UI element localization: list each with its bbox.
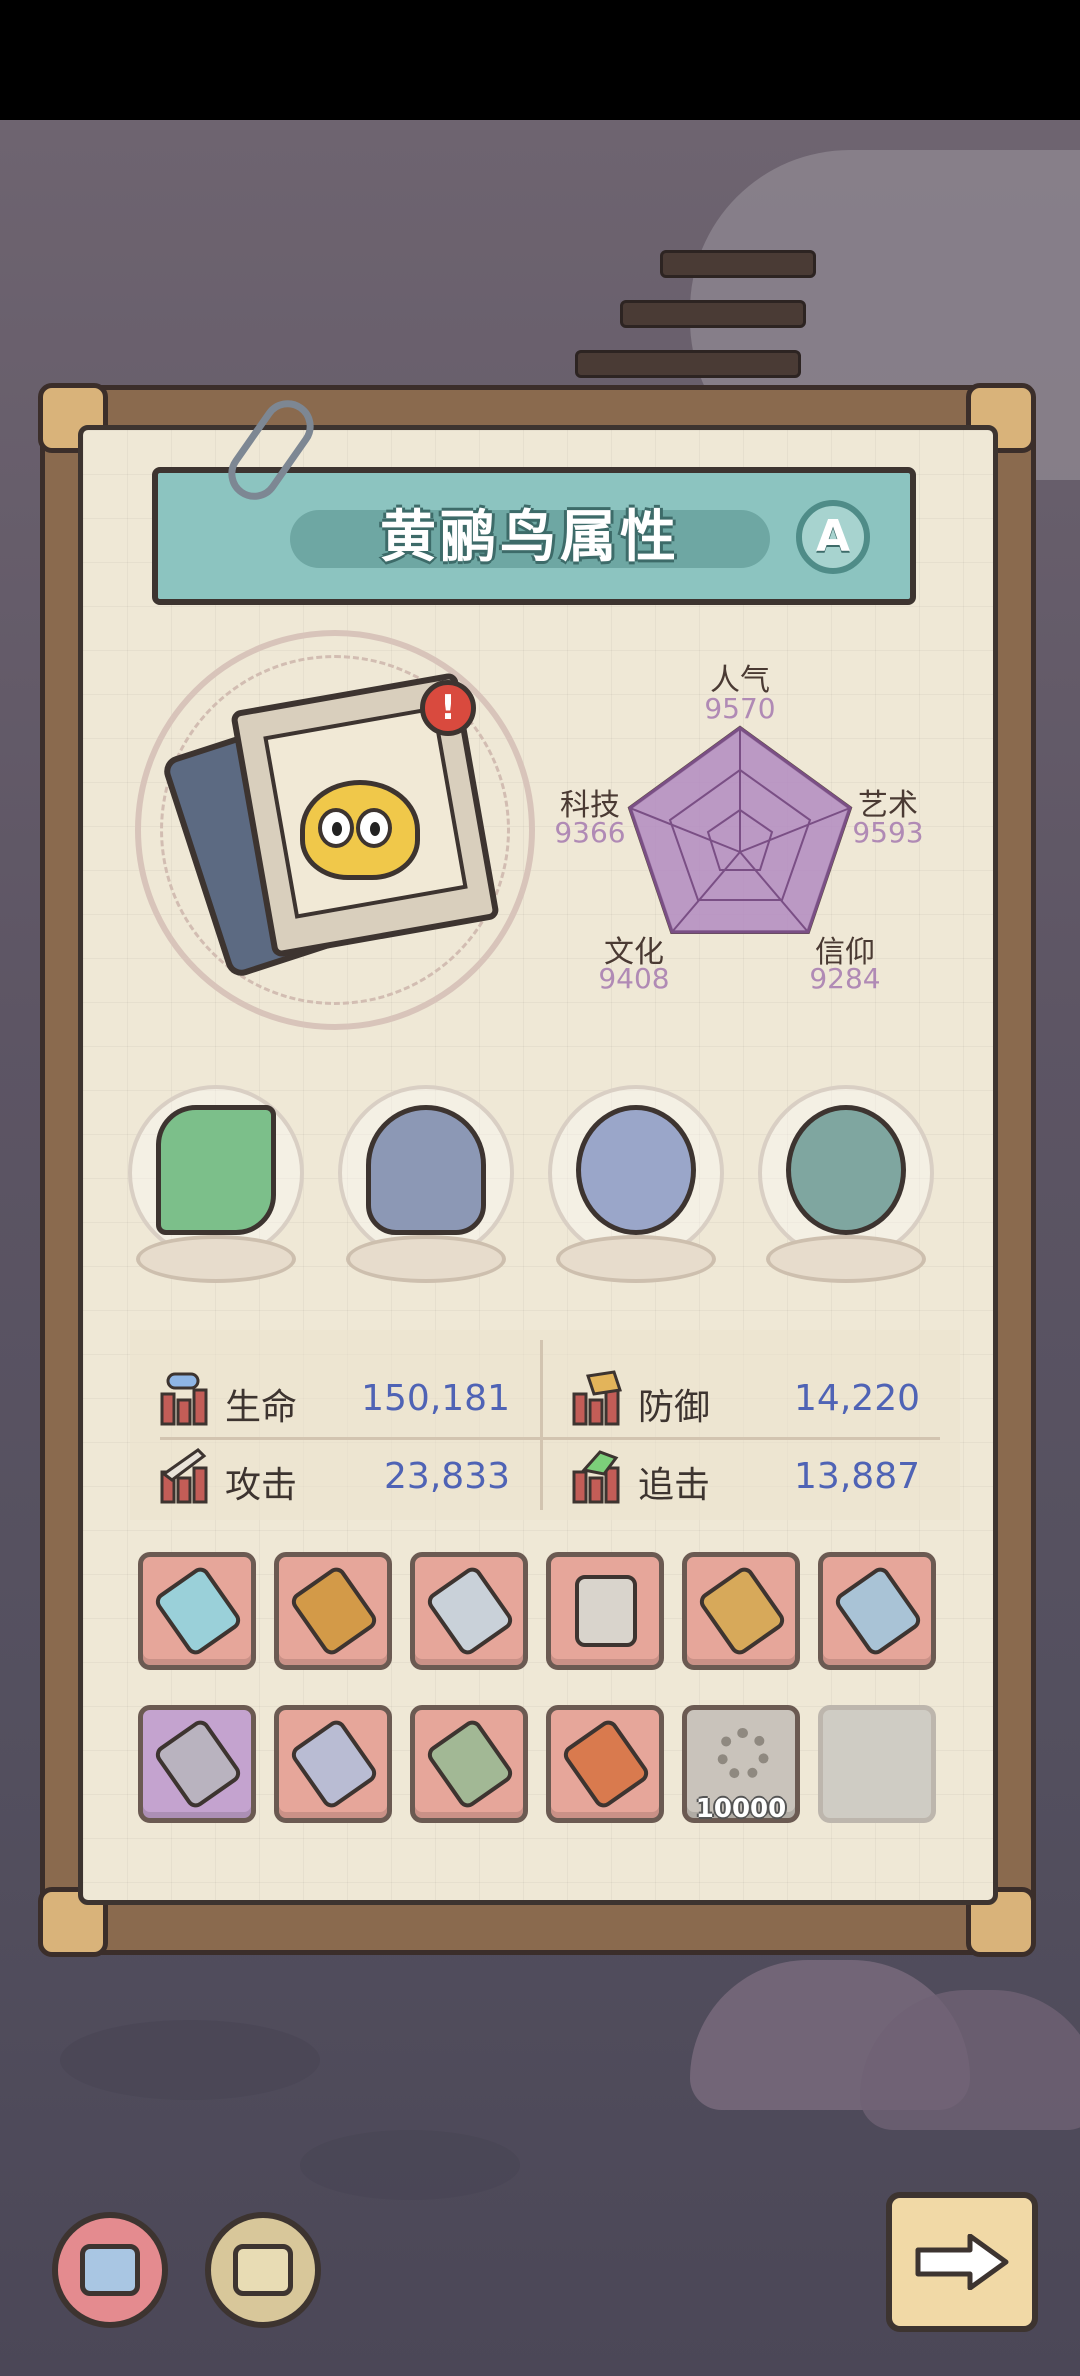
relic-pedestal (346, 1235, 506, 1283)
equipment-slot-bone-axe[interactable] (274, 1705, 392, 1823)
attack-icon (160, 1448, 208, 1504)
totem-mace-icon (695, 1563, 789, 1659)
relic-slot-dna[interactable] (128, 1085, 304, 1295)
radar-value-culture: 9408 (598, 962, 670, 995)
unlock-cost: 10000 (695, 1794, 787, 1824)
bird-eye-icon (318, 808, 354, 848)
bird-eye-icon (356, 808, 392, 848)
bottom-button-2[interactable] (205, 2212, 321, 2328)
armor-vest-icon (575, 1575, 637, 1647)
bone-axe-icon (287, 1716, 381, 1812)
vortex-orb-icon (786, 1105, 906, 1235)
equipment-slot-feather-spear[interactable] (138, 1552, 256, 1670)
stats-divider (540, 1340, 543, 1510)
equipment-slot-spiked-club[interactable] (274, 1552, 392, 1670)
stat-label-attack: 攻击 (225, 1465, 298, 1506)
stats-divider (160, 1437, 940, 1440)
grade-badge: A (796, 500, 870, 574)
steel-sword-icon (831, 1563, 925, 1659)
relic-pedestal (556, 1235, 716, 1283)
relic-pedestal (766, 1235, 926, 1283)
equipment-slot-armor-vest[interactable] (546, 1552, 664, 1670)
crystal-shell-icon (366, 1105, 486, 1235)
defense-icon (572, 1370, 622, 1426)
background-plank (575, 350, 801, 378)
compass-icon (576, 1105, 696, 1235)
chain-flail-icon (151, 1716, 245, 1812)
equipment-slot-empty[interactable] (818, 1705, 936, 1823)
relic-slot-crystal[interactable] (338, 1085, 514, 1295)
spiked-club-icon (287, 1563, 381, 1659)
background-stone-path (60, 2020, 320, 2100)
radar-value-art: 9593 (852, 816, 924, 849)
bottom-button-1[interactable] (52, 2212, 168, 2328)
war-hammer-icon (423, 1716, 517, 1812)
dna-helix-icon (156, 1105, 276, 1235)
feather-spear-icon (151, 1563, 245, 1659)
alert-badge-icon[interactable]: ! (420, 680, 476, 736)
gear-icon (717, 1728, 769, 1780)
rocket-blade-icon (423, 1563, 517, 1659)
equipment-slot-flame-trident[interactable] (546, 1705, 664, 1823)
monitor-icon (80, 2244, 140, 2296)
stat-value-attack: 23,833 (384, 1456, 510, 1497)
equipment-slot-chain-flail[interactable] (138, 1705, 256, 1823)
health-icon (160, 1372, 208, 1426)
flame-trident-icon (559, 1716, 653, 1812)
status-bar (0, 0, 1080, 120)
relic-slot-compass[interactable] (548, 1085, 724, 1295)
stat-label-defense: 防御 (638, 1387, 711, 1428)
stat-value-defense: 14,220 (794, 1378, 920, 1419)
background-stone-path (300, 2130, 520, 2200)
equipment-slot-rocket-blade[interactable] (410, 1552, 528, 1670)
chat-screen-icon (233, 2244, 293, 2296)
next-button[interactable] (886, 2192, 1038, 2332)
radar-value-popularity: 9570 (704, 692, 776, 725)
equipment-slot-steel-sword[interactable] (818, 1552, 936, 1670)
radar-value-tech: 9366 (554, 816, 626, 849)
relic-slot-vortex[interactable] (758, 1085, 934, 1295)
attribute-radar-chart (627, 725, 853, 934)
stat-label-pursuit: 追击 (638, 1465, 711, 1506)
panel-title: 黄鹂鸟属性 (380, 505, 680, 570)
equipment-slot-war-hammer[interactable] (410, 1705, 528, 1823)
pursuit-icon (572, 1450, 620, 1504)
stat-value-pursuit: 13,887 (794, 1456, 920, 1497)
relic-pedestal (136, 1235, 296, 1283)
equipment-slot-totem-mace[interactable] (682, 1552, 800, 1670)
arrow-right-icon (915, 2234, 1009, 2290)
background-plank (660, 250, 816, 278)
background-plank (620, 300, 806, 328)
stat-label-hp: 生命 (225, 1387, 298, 1428)
equipment-slot-locked[interactable]: 10000 (682, 1705, 800, 1824)
stat-value-hp: 150,181 (361, 1378, 510, 1419)
radar-value-faith: 9284 (809, 962, 881, 995)
